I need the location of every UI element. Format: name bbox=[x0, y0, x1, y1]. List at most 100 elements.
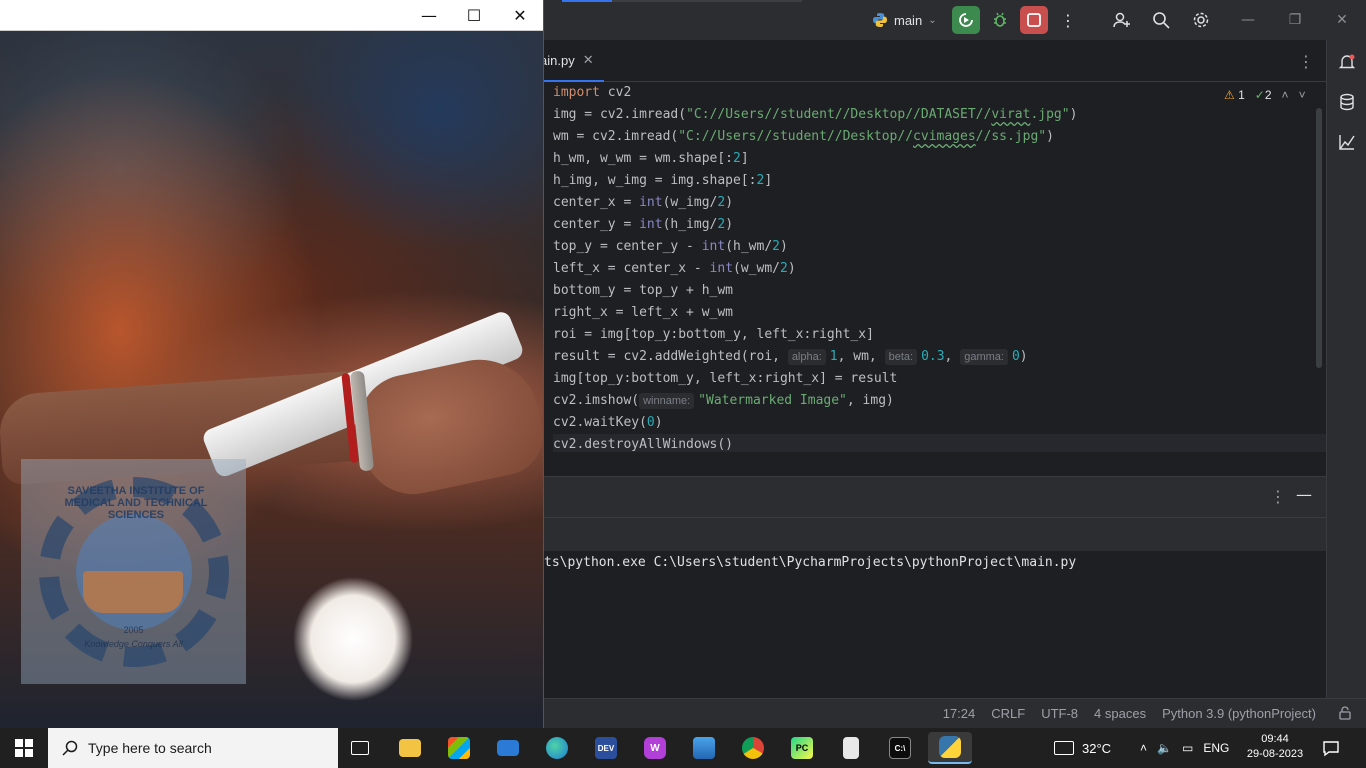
command-prompt-button[interactable]: C:\ bbox=[884, 732, 916, 764]
book-emblem bbox=[83, 571, 183, 613]
watermark-text: SAVEETHA INSTITUTE OF MEDICAL AND TECHNI… bbox=[64, 485, 208, 521]
code-line: top_y = center_y - int(h_wm/2) bbox=[553, 239, 788, 254]
code-line: right_x = left_x + w_wm bbox=[553, 305, 734, 320]
terminal-icon: C:\ bbox=[889, 737, 911, 759]
run-options-icon[interactable]: ⋮ bbox=[1270, 487, 1286, 506]
python-file-button[interactable] bbox=[835, 732, 867, 764]
file-encoding[interactable]: UTF-8 bbox=[1041, 706, 1078, 721]
add-user-icon bbox=[1113, 12, 1130, 28]
task-view-button[interactable] bbox=[344, 732, 376, 764]
database-icon[interactable] bbox=[1337, 92, 1357, 112]
windows-icon bbox=[15, 739, 33, 757]
status-bar: 17:24 CRLF UTF-8 4 spaces Python 3.9 (py… bbox=[540, 698, 1366, 728]
mail-icon bbox=[497, 740, 519, 756]
stop-button[interactable] bbox=[1020, 6, 1048, 34]
run-tool-window: ⋮ — ts\python.exe C:\Users\student\Pycha… bbox=[540, 476, 1326, 698]
watermark-motto: Knowledge Conquers All bbox=[84, 639, 183, 649]
minimize-icon[interactable]: — bbox=[417, 4, 441, 26]
chevron-down-icon: ⌄ bbox=[928, 14, 937, 26]
photos-icon bbox=[693, 737, 715, 759]
start-button[interactable] bbox=[0, 728, 48, 768]
inspection-widget[interactable]: ⚠ 1 ✓2 ˄ ˅ bbox=[1224, 88, 1306, 102]
taskbar-search-box[interactable]: Type here to search bbox=[48, 728, 338, 768]
chevron-down-icon[interactable]: ˅ bbox=[1299, 88, 1306, 102]
file-explorer-button[interactable] bbox=[394, 732, 426, 764]
network-icon[interactable]: ▭ bbox=[1182, 741, 1193, 755]
chrome-icon bbox=[742, 737, 764, 759]
console-output: ts\python.exe C:\Users\student\PycharmPr… bbox=[544, 555, 1077, 570]
search-everywhere-button[interactable] bbox=[1147, 6, 1175, 34]
line-separator[interactable]: CRLF bbox=[991, 706, 1025, 721]
param-hint: beta: bbox=[884, 349, 918, 365]
run-panel-header: ⋮ — bbox=[540, 477, 1326, 517]
code-line: result = cv2.addWeighted(roi, alpha: 1, w… bbox=[553, 349, 1028, 365]
close-tab-icon[interactable]: ✕ bbox=[583, 52, 594, 68]
notifications-icon[interactable] bbox=[1337, 52, 1357, 72]
sciview-icon[interactable] bbox=[1337, 132, 1357, 152]
code-line: img = cv2.imread("C://Users//student//De… bbox=[553, 107, 1078, 122]
code-line: center_x = int(w_img/2) bbox=[553, 195, 734, 210]
language-indicator[interactable]: ENG bbox=[1203, 741, 1229, 755]
add-collaborator-button[interactable] bbox=[1108, 6, 1136, 34]
close-icon[interactable]: ✕ bbox=[508, 4, 532, 26]
pycharm-button[interactable]: PC bbox=[786, 732, 818, 764]
system-tray: ˄ 🔈 ▭ ENG bbox=[1140, 728, 1229, 768]
search-icon bbox=[62, 740, 78, 756]
rerun-icon bbox=[959, 13, 973, 27]
dev-cpp-button[interactable]: DEV bbox=[590, 732, 622, 764]
watermarked-image-window[interactable]: — ☐ ✕ SAVEETHA INSTITUTE OF MEDICAL AND … bbox=[0, 0, 544, 728]
weather-widget[interactable]: 32°C bbox=[1054, 728, 1111, 768]
title-divider-line bbox=[612, 0, 802, 2]
code-line: h_wm, w_wm = wm.shape[:2] bbox=[553, 151, 749, 166]
code-line: img[top_y:bottom_y, left_x:right_x] = re… bbox=[553, 371, 898, 386]
editor-scrollbar[interactable] bbox=[1316, 108, 1322, 368]
code-line: left_x = center_x - int(w_wm/2) bbox=[553, 261, 796, 276]
bug-icon bbox=[994, 12, 1006, 27]
minimize-icon[interactable]: — bbox=[1238, 10, 1258, 30]
run-toolbar bbox=[540, 517, 1326, 551]
code-line: cv2.waitKey(0) bbox=[553, 415, 663, 430]
code-line: import cv2 bbox=[553, 85, 632, 100]
file-icon bbox=[843, 737, 859, 759]
chevron-up-icon[interactable]: ˄ bbox=[1140, 741, 1147, 755]
param-hint: gamma: bbox=[960, 349, 1008, 365]
restore-icon[interactable]: ❐ bbox=[1285, 10, 1305, 30]
tab-main-py[interactable]: ain.py ✕ bbox=[540, 40, 604, 82]
dev-icon: DEV bbox=[595, 737, 617, 759]
interpreter-selector[interactable]: Python 3.9 (pythonProject) bbox=[1162, 706, 1316, 721]
edge-button[interactable] bbox=[541, 732, 573, 764]
branch-selector[interactable]: main ⌄ bbox=[872, 10, 937, 30]
image-window-title-bar[interactable]: — ☐ ✕ bbox=[0, 0, 543, 31]
debug-button[interactable] bbox=[986, 6, 1014, 34]
chevron-up-icon[interactable]: ˄ bbox=[1282, 88, 1289, 102]
code-line: bottom_y = top_y + h_wm bbox=[553, 283, 734, 298]
mail-button[interactable] bbox=[492, 732, 524, 764]
settings-button[interactable] bbox=[1187, 6, 1215, 34]
code-editor[interactable]: import cv2 img = cv2.imread("C://Users//… bbox=[540, 82, 1326, 452]
microsoft-store-button[interactable] bbox=[443, 732, 475, 764]
volume-muted-icon[interactable]: 🔈 bbox=[1157, 741, 1172, 755]
warning-indicator: ⚠ 1 bbox=[1224, 88, 1245, 102]
hide-panel-icon[interactable]: — bbox=[1296, 485, 1312, 504]
notification-center-icon bbox=[1323, 741, 1339, 757]
indent-setting[interactable]: 4 spaces bbox=[1094, 706, 1146, 721]
caret-position[interactable]: 17:24 bbox=[943, 706, 976, 721]
task-view-icon bbox=[351, 741, 369, 755]
chrome-button[interactable] bbox=[737, 732, 769, 764]
clock[interactable]: 09:44 29-08-2023 bbox=[1246, 732, 1304, 762]
close-icon[interactable]: ✕ bbox=[1332, 10, 1352, 30]
stop-icon bbox=[1027, 13, 1041, 27]
action-center-button[interactable] bbox=[1322, 728, 1340, 768]
photos-button[interactable] bbox=[688, 732, 720, 764]
clock-date: 29-08-2023 bbox=[1246, 748, 1304, 760]
maximize-icon[interactable]: ☐ bbox=[462, 4, 486, 26]
check-icon: ✓ bbox=[1254, 88, 1265, 102]
more-actions-icon[interactable]: ⋮ bbox=[1054, 6, 1082, 34]
lock-icon[interactable] bbox=[1338, 706, 1352, 723]
rerun-button[interactable] bbox=[952, 6, 980, 34]
branch-label: main bbox=[894, 12, 923, 28]
python-window-button[interactable] bbox=[928, 732, 972, 764]
tab-options-icon[interactable]: ⋮ bbox=[1298, 52, 1314, 71]
logo-watermark: SAVEETHA INSTITUTE OF MEDICAL AND TECHNI… bbox=[21, 459, 246, 684]
wps-office-button[interactable]: W bbox=[639, 732, 671, 764]
